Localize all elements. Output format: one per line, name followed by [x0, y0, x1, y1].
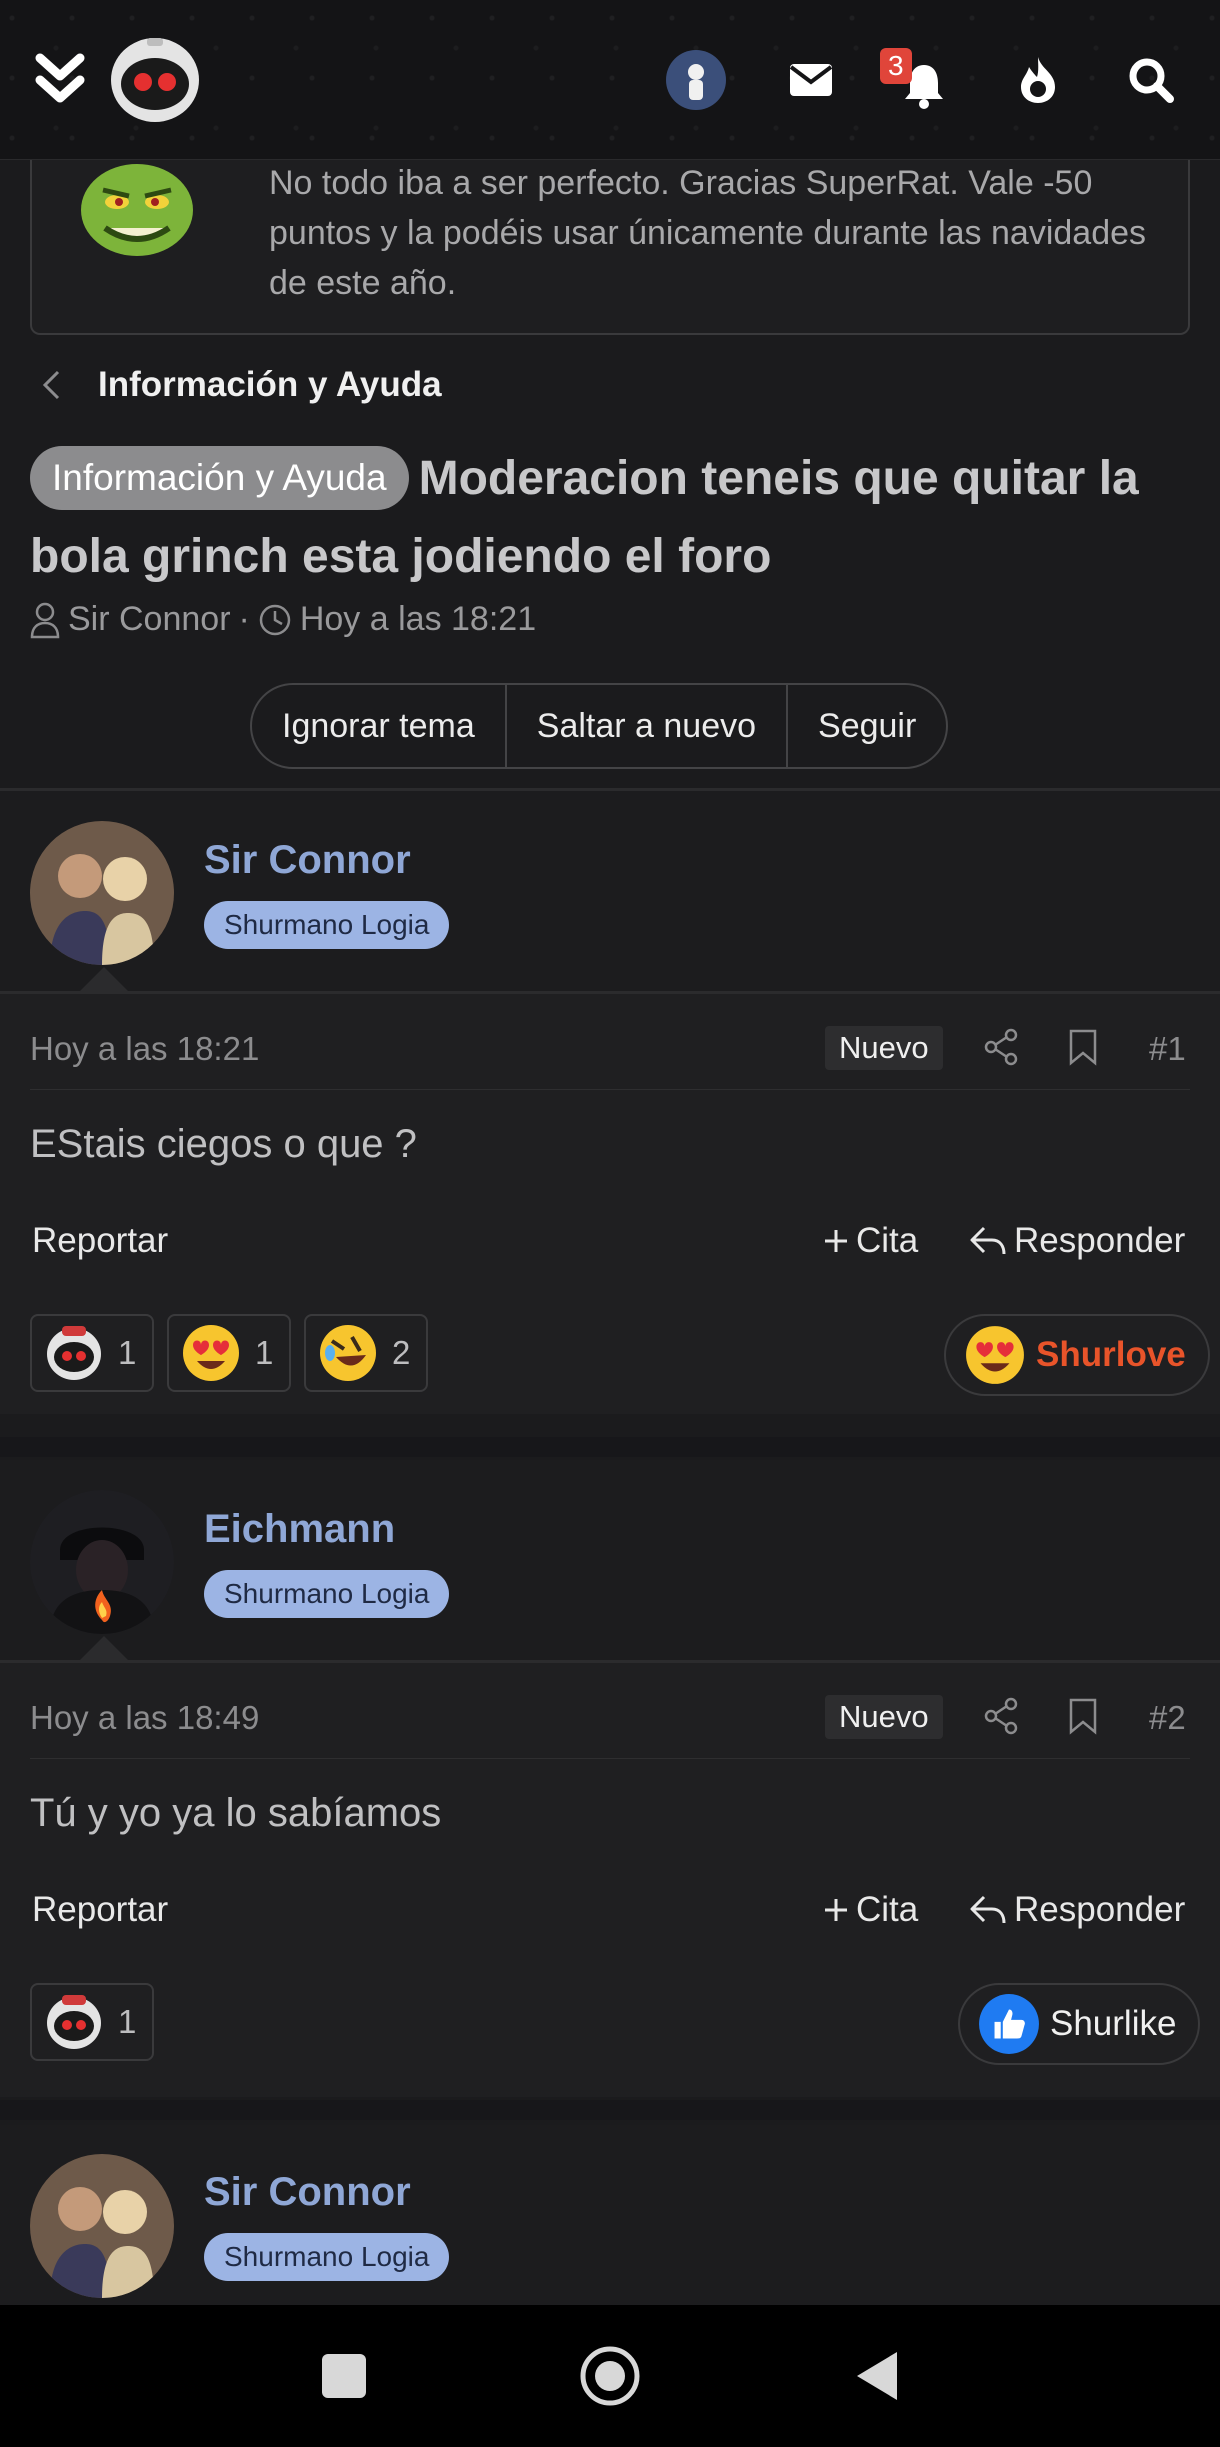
reply-label: Responder — [1014, 1890, 1186, 1929]
thread-title: Información y Ayuda Moderacion teneis que… — [30, 440, 1190, 596]
bookmark-icon[interactable] — [1068, 1697, 1098, 1735]
chevron-left-icon[interactable] — [40, 368, 62, 402]
clock-icon — [259, 604, 291, 635]
shurlove-button[interactable]: Shurlove — [944, 1314, 1210, 1396]
new-badge: Nuevo — [825, 1695, 943, 1739]
system-nav-bar — [0, 2305, 1220, 2447]
top-bar: 3 — [0, 0, 1220, 160]
post-username[interactable]: Sir Connor — [204, 2170, 411, 2215]
reply-arrow-icon — [970, 1895, 1006, 1924]
post-body: Hoy a las 18:49 Nuevo #2 Tú y yo ya lo s… — [0, 1660, 1220, 2097]
report-link[interactable]: Reportar — [32, 1890, 168, 1930]
back-button[interactable] — [842, 2341, 912, 2411]
report-link[interactable]: Reportar — [32, 1221, 168, 1261]
ignore-thread-button[interactable]: Ignorar tema — [252, 685, 507, 767]
reaction-robot[interactable]: 1 — [30, 1314, 154, 1392]
bookmark-icon[interactable] — [1068, 1028, 1098, 1066]
thread-time: Hoy a las 18:21 — [299, 600, 537, 638]
reaction-count: 1 — [255, 1334, 274, 1371]
quote-button[interactable]: Cita — [822, 1890, 918, 1930]
reply-button[interactable]: Responder — [968, 1221, 1185, 1261]
trending-fire-icon[interactable] — [1015, 40, 1061, 120]
share-icon[interactable] — [983, 1697, 1019, 1735]
post-time[interactable]: Hoy a las 18:49 — [30, 1699, 259, 1737]
plus-icon — [825, 1899, 847, 1921]
reaction-count: 2 — [392, 1334, 411, 1371]
reply-button[interactable]: Responder — [968, 1890, 1185, 1930]
plus-icon — [825, 1230, 847, 1252]
breadcrumb[interactable]: Información y Ayuda — [40, 365, 442, 405]
post-separator — [30, 1089, 1190, 1090]
quote-button[interactable]: Cita — [822, 1221, 918, 1261]
reply-arrow-icon — [970, 1226, 1006, 1255]
reaction-robot[interactable]: 1 — [30, 1983, 154, 2061]
post-username[interactable]: Eichmann — [204, 1507, 395, 1552]
recent-apps-button[interactable] — [309, 2341, 379, 2411]
post-header: Eichmann Shurmano Logia — [0, 1460, 1220, 1660]
user-rank-tag: Shurmano Logia — [204, 1570, 450, 1618]
reaction-count: 1 — [118, 1334, 137, 1371]
thread-author[interactable]: Sir Connor — [68, 600, 231, 639]
notifications-count-badge: 3 — [880, 48, 912, 84]
home-circle-icon — [580, 2346, 640, 2406]
share-icon[interactable] — [983, 1028, 1019, 1066]
robot-emoji-icon — [47, 1995, 101, 2049]
new-badge: Nuevo — [825, 1026, 943, 1070]
jump-to-new-button[interactable]: Saltar a nuevo — [507, 685, 789, 767]
post-text: EStais ciegos o que ? — [30, 1122, 417, 1166]
reply-label: Responder — [1014, 1221, 1186, 1260]
post-body: Hoy a las 18:21 Nuevo #1 EStais ciegos o… — [0, 991, 1220, 1414]
user-rank-tag: Shurmano Logia — [204, 901, 450, 949]
post-time[interactable]: Hoy a las 18:21 — [30, 1030, 259, 1068]
post-separator — [30, 1758, 1190, 1759]
grinch-icon — [77, 150, 197, 270]
post-username[interactable]: Sir Connor — [204, 838, 411, 883]
post-header: Sir Connor Shurmano Logia — [0, 2125, 1220, 2305]
post-header: Sir Connor Shurmano Logia — [0, 791, 1220, 991]
user-rank-tag: Shurmano Logia — [204, 2233, 450, 2281]
shurlove-label: Shurlove — [1036, 1335, 1186, 1374]
notifications-icon[interactable]: 3 — [880, 40, 950, 120]
shurlike-label: Shurlike — [1050, 2004, 1177, 2043]
avatar[interactable] — [30, 821, 174, 965]
rofl-emoji-icon — [320, 1325, 376, 1381]
thread-prefix-tag[interactable]: Información y Ayuda — [30, 446, 409, 510]
divider — [0, 1437, 1220, 1457]
post-arrow — [80, 967, 128, 991]
thread-meta: Sir Connor · Hoy a las 18:21 — [30, 600, 536, 639]
notice-text: No todo iba a ser perfecto. Gracias Supe… — [269, 164, 1147, 302]
reaction-rofl[interactable]: 2 — [304, 1314, 428, 1392]
home-button[interactable] — [575, 2341, 645, 2411]
robot-emoji-icon — [47, 1326, 101, 1380]
breadcrumb-label[interactable]: Información y Ayuda — [98, 365, 442, 405]
follow-thread-button[interactable]: Seguir — [788, 685, 946, 767]
divider — [0, 2100, 1220, 2120]
post-number[interactable]: #2 — [1149, 1699, 1186, 1737]
expand-menu-icon[interactable] — [30, 40, 90, 120]
search-icon[interactable] — [1126, 40, 1176, 120]
avatar[interactable] — [30, 1490, 174, 1634]
avatar[interactable] — [30, 2154, 174, 2298]
back-triangle-icon — [857, 2352, 897, 2400]
messages-icon[interactable] — [788, 40, 834, 120]
post-text: Tú y yo ya lo sabíamos — [30, 1791, 442, 1835]
square-icon — [322, 2354, 366, 2398]
user-avatar-icon[interactable] — [664, 40, 728, 120]
site-logo-icon[interactable] — [105, 38, 205, 122]
heart-eyes-emoji-icon — [966, 1326, 1024, 1384]
post-arrow — [80, 1636, 128, 1660]
shurlike-button[interactable]: Shurlike — [958, 1983, 1201, 2065]
heart-eyes-emoji-icon — [183, 1325, 239, 1381]
thumbs-up-icon — [979, 1994, 1039, 2054]
thread-actions: Ignorar tema Saltar a nuevo Seguir — [250, 683, 949, 769]
reaction-heart-eyes[interactable]: 1 — [167, 1314, 291, 1392]
quote-label: Cita — [856, 1221, 919, 1260]
user-icon — [30, 602, 60, 638]
quote-label: Cita — [856, 1890, 919, 1929]
reaction-count: 1 — [118, 2003, 137, 2040]
post-number[interactable]: #1 — [1149, 1030, 1186, 1068]
